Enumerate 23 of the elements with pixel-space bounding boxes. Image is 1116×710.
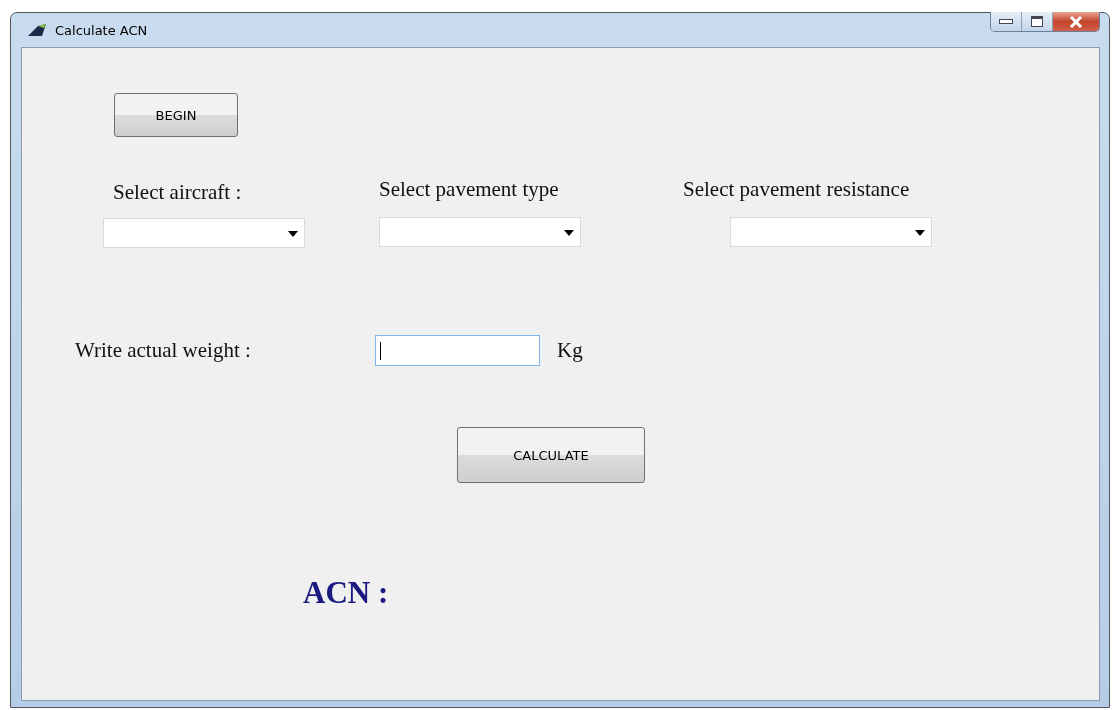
unit-label: Kg — [557, 338, 583, 363]
tail-icon — [27, 23, 47, 37]
window-title: Calculate ACN — [55, 22, 148, 38]
begin-button[interactable]: BEGIN — [114, 93, 238, 137]
minimize-button[interactable] — [991, 12, 1022, 31]
caret-icon — [564, 230, 574, 236]
weight-field[interactable] — [375, 335, 540, 366]
caret-icon — [915, 230, 925, 236]
dropdown[interactable] — [730, 217, 932, 247]
maximize-button[interactable] — [1022, 12, 1053, 31]
minimize-icon — [999, 19, 1013, 24]
dropdown[interactable] — [379, 217, 581, 247]
select-label: Select aircraft : — [113, 180, 243, 205]
weight-label: Write actual weight : — [75, 338, 252, 363]
maximize-icon — [1031, 16, 1043, 27]
dropdown[interactable] — [103, 218, 305, 248]
result-label: ACN : — [303, 575, 389, 610]
caret-icon — [288, 231, 298, 237]
select-label: Select pavement resistance — [683, 177, 910, 202]
close-button[interactable] — [1053, 12, 1099, 31]
calculate-button[interactable]: CALCULATE — [457, 427, 645, 483]
close-icon — [1069, 15, 1083, 28]
select-label: Select pavement type — [379, 177, 560, 202]
